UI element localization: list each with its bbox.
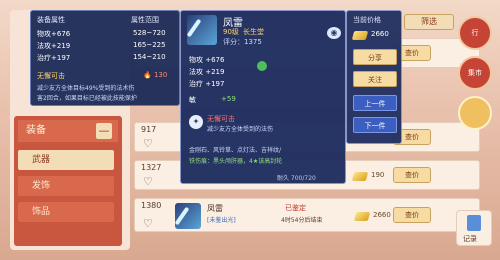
item-stat: 物攻 +676 (189, 56, 225, 64)
range-header: 属性范围 (131, 16, 159, 24)
skill-description: 减少友方全体目标49%受到的法术伤 (37, 85, 135, 92)
stat-label: 治疗+197 (37, 54, 71, 62)
price-check-button[interactable]: 查价 (393, 207, 431, 223)
item-stat: 治疗 +197 (189, 80, 225, 88)
current-price-title: 当前价格 (353, 16, 381, 24)
stat-label: 物攻+676 (37, 30, 71, 38)
game-screen: { "left_panel": { "header_col1": "装备属性",… (0, 0, 500, 260)
collapse-button[interactable]: — (96, 123, 112, 139)
time-remaining: 4时54分后结束 (281, 217, 323, 224)
stat-range: 154~210 (133, 53, 166, 61)
prev-item-button[interactable]: 上一件 (353, 95, 397, 111)
price-check-button[interactable]: 查价 (393, 167, 431, 183)
coin-button[interactable] (458, 96, 492, 130)
skill-description-2: 害2回合，如果目标已经被此技能保护 (37, 95, 137, 102)
gold-icon (351, 31, 369, 40)
category-item-accessory[interactable]: 饰品 (18, 202, 114, 222)
durability: 耐久 700/720 (277, 175, 316, 182)
row-price: 190 (371, 171, 385, 179)
heart-icon[interactable]: ♡ (143, 217, 155, 230)
category-header[interactable]: 装备 — (18, 120, 118, 142)
category-item-weapon[interactable]: 武器 (18, 150, 114, 170)
category-header-label: 装备 (26, 125, 46, 136)
item-name: 凤雷 (207, 204, 223, 213)
item-stat: 法攻 +219 (189, 68, 225, 76)
list-row-4[interactable]: 1380 ♡ 凤雷 [未鉴出光] 已鉴定 4时54分后结束 2660 查价 (134, 198, 480, 232)
stat-label: 法攻+219 (37, 42, 71, 50)
skill-name: 无懈可击 (37, 72, 65, 80)
item-level: 90级 (223, 28, 239, 36)
row-number: 1380 (141, 201, 162, 210)
row-number: 1327 (141, 163, 162, 172)
soul-value: +59 (221, 95, 236, 103)
eye-icon[interactable]: ◉ (327, 27, 341, 39)
record-label: 记录 (463, 235, 477, 243)
market-button[interactable]: 集市 (458, 56, 492, 90)
row-price: 2660 (373, 211, 391, 219)
action-panel: 当前价格 2660 分享 关注 上一件 下一件 (346, 10, 402, 144)
heart-icon[interactable]: ♡ (143, 137, 155, 150)
item-sub: [未鉴出光] (207, 217, 236, 224)
feather-weapon-icon (187, 15, 217, 45)
skill-icon: ✦ (189, 115, 203, 129)
attribute-range-panel: 装备属性 属性范围 物攻+676 528~720 法攻+219 165~225 … (30, 10, 180, 106)
category-item-hair[interactable]: 发饰 (18, 176, 114, 196)
soul-label: 敏 (189, 96, 196, 104)
item-detail-card: 凤雷 90级 长生堂 评分：1375 ◉ 物攻 +676 法攻 +219 治疗 … (180, 10, 346, 184)
extra-line-1: 金刚石、风铃草、点灯法、吉祥纹/ (189, 147, 282, 154)
travel-button[interactable]: 行 (458, 16, 492, 50)
gold-icon (351, 172, 369, 181)
status-badge: 已鉴定 (285, 204, 306, 212)
attr-header: 装备属性 (37, 16, 65, 24)
record-button[interactable]: 记录 (456, 210, 492, 246)
item-owner: 长生堂 (243, 28, 264, 36)
skill-desc: 减少友方全体受到的法伤 (207, 126, 274, 133)
skill-points: 🔥 130 (143, 71, 168, 79)
gold-icon (353, 212, 371, 221)
stat-range: 165~225 (133, 41, 166, 49)
next-item-button[interactable]: 下一件 (353, 117, 397, 133)
share-button[interactable]: 分享 (353, 49, 397, 65)
book-icon (467, 215, 481, 231)
follow-button[interactable]: 关注 (353, 71, 397, 87)
heart-icon[interactable]: ♡ (143, 175, 155, 188)
gem-icon (257, 61, 267, 71)
filter-tab[interactable]: 筛选 (404, 14, 454, 30)
extra-line-2: 铁伤痕：黑头颅肝器，4★该高封轮 (189, 158, 283, 165)
row-number: 917 (141, 125, 157, 134)
item-score: 评分：1375 (223, 38, 262, 46)
stat-range: 528~720 (133, 29, 166, 37)
current-price: 2660 (371, 30, 389, 38)
feather-weapon-icon (175, 203, 201, 229)
skill-title: 无懈可击 (207, 115, 235, 123)
